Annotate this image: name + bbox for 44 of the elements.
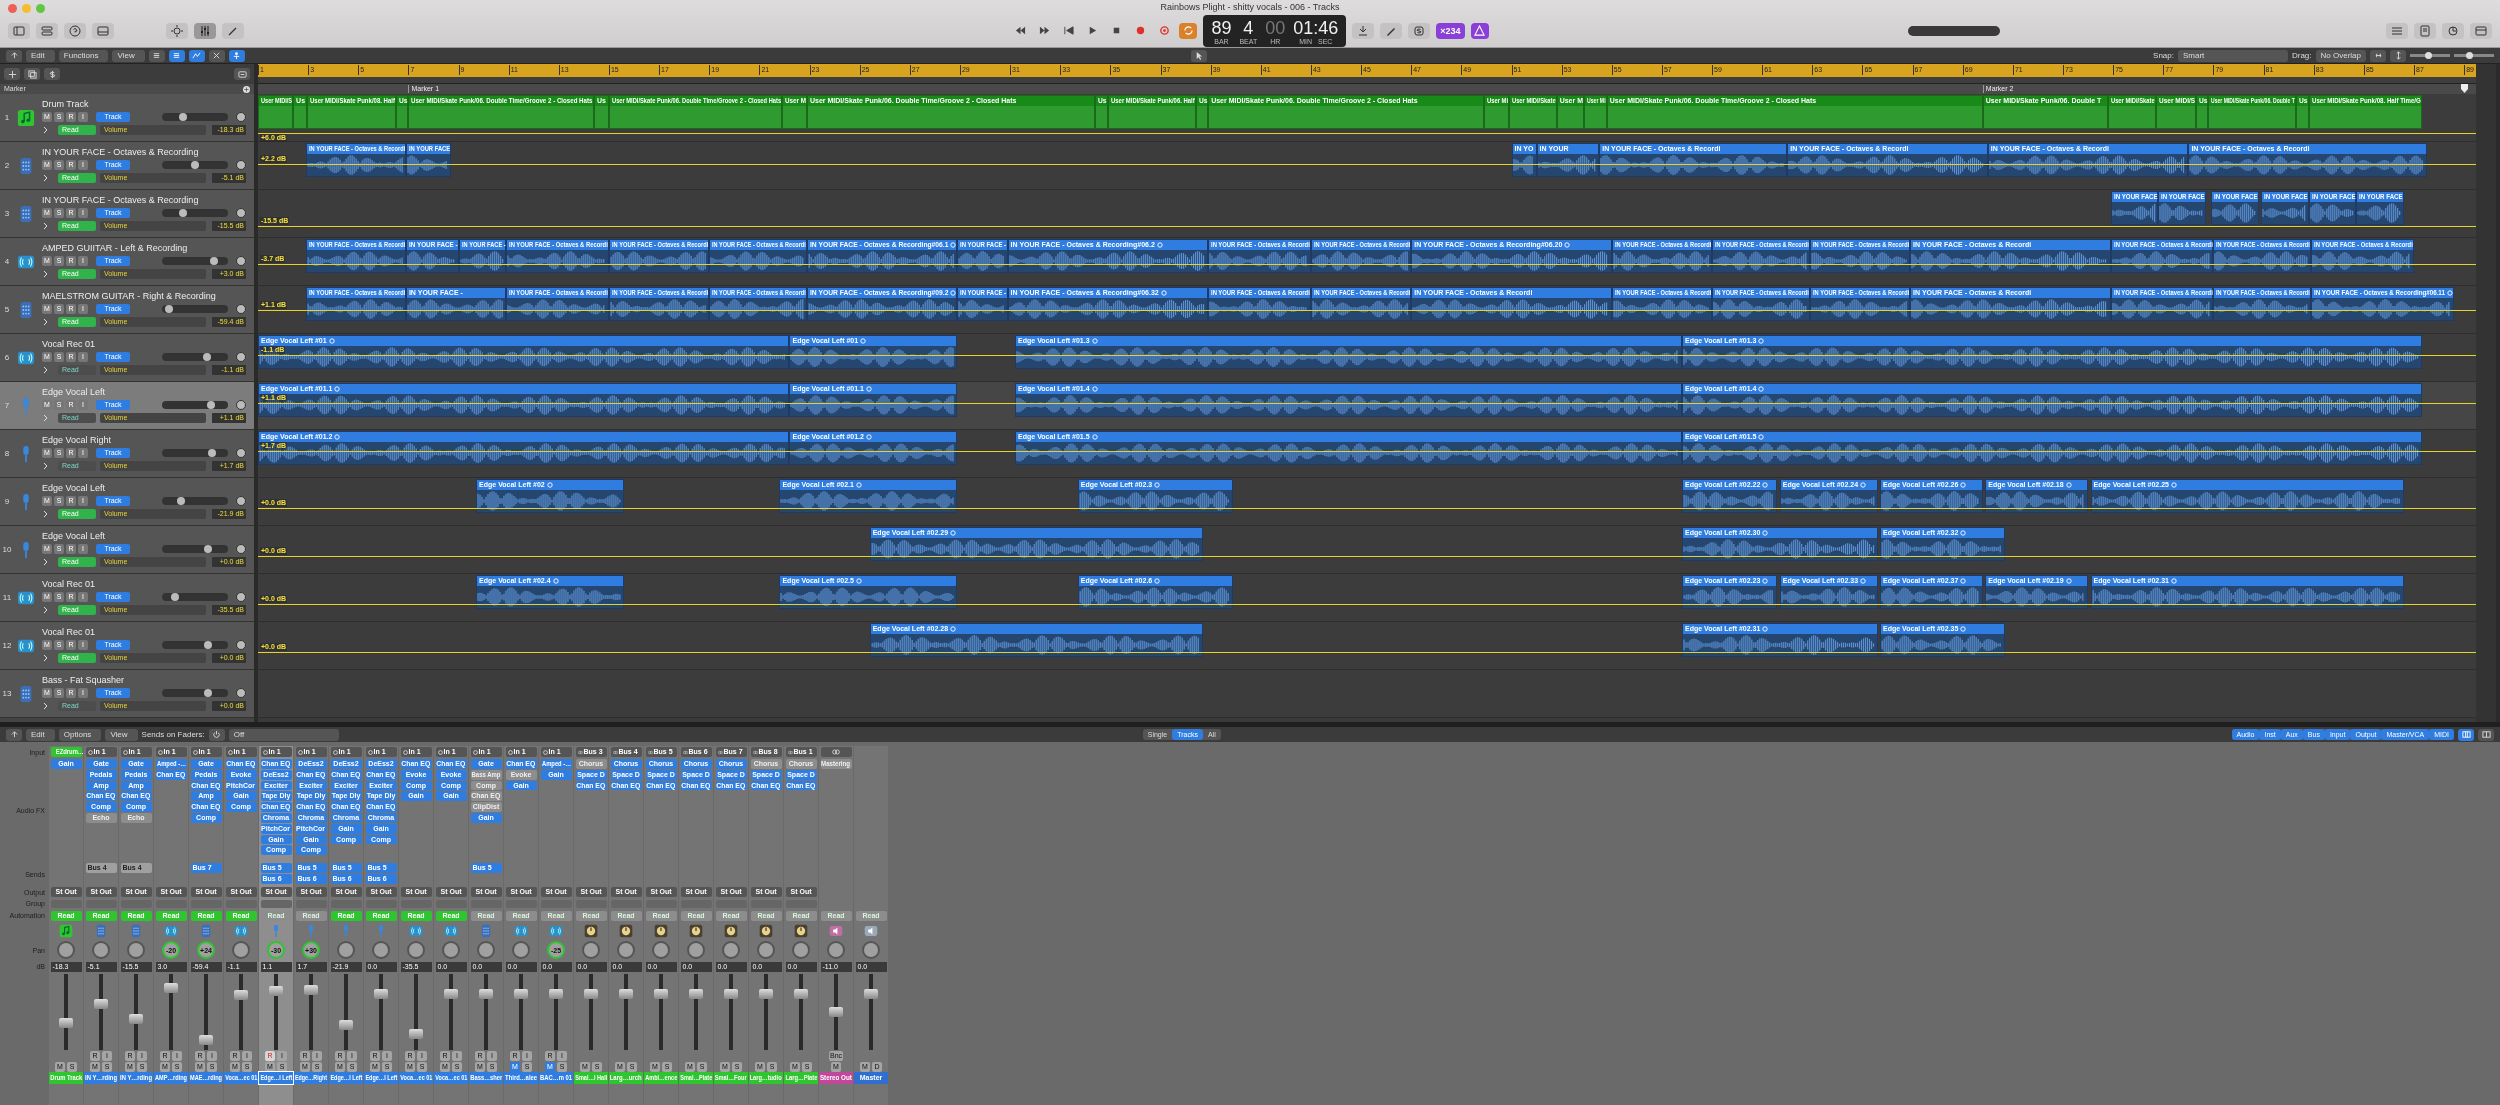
lcd-value: 89 bbox=[1211, 17, 1232, 38]
track-name: Bass - Fat Squasher bbox=[42, 675, 126, 685]
track-name: Vocal Rec 01 bbox=[42, 339, 97, 349]
drag-dropdown[interactable]: No Overlap bbox=[2315, 49, 2366, 62]
track-name: Edge Vocal Left bbox=[42, 531, 107, 541]
window-title: Rainbows Plight - shitty vocals - 006 - Tracks bbox=[1160, 2, 1340, 12]
track-name: Edge Vocal Right bbox=[42, 435, 113, 445]
lcd-value: 4 bbox=[1243, 17, 1254, 38]
track-number: 3 bbox=[3, 209, 11, 218]
track-name: MAELSTROM GUITAR - Right & Recording bbox=[42, 291, 217, 301]
drag-label: Drag: bbox=[2291, 51, 2312, 60]
track-name: Vocal Rec 01 bbox=[42, 627, 97, 637]
track-name: IN YOUR FACE - Octaves & Recording bbox=[42, 195, 200, 205]
track-number: 8 bbox=[3, 449, 11, 458]
track-name: Edge Vocal Left bbox=[42, 387, 107, 397]
menu-dropdown[interactable]: Functions bbox=[58, 49, 109, 62]
track-number: 12 bbox=[1, 641, 13, 650]
menu-dropdown[interactable]: Edit bbox=[26, 49, 55, 62]
track-number: 13 bbox=[1, 689, 13, 698]
track-number: 11 bbox=[1, 593, 13, 602]
track-number: 4 bbox=[3, 257, 11, 266]
sends-dropdown[interactable]: Off bbox=[228, 728, 339, 741]
lcd-value: 01:46 bbox=[1293, 17, 1339, 38]
count-badge[interactable]: ×234 bbox=[1436, 22, 1465, 39]
track-number: 2 bbox=[3, 161, 11, 170]
track-number: 1 bbox=[3, 113, 11, 122]
sends-on-faders-label: Sends on Faders: bbox=[141, 730, 205, 739]
track-number: 7 bbox=[3, 401, 11, 410]
track-number: 5 bbox=[3, 305, 11, 314]
track-name: Edge Vocal Left bbox=[42, 483, 107, 493]
track-name: IN YOUR FACE - Octaves & Recording bbox=[42, 147, 200, 157]
track-name: Drum Track bbox=[42, 99, 90, 109]
menu-dropdown[interactable]: Options bbox=[58, 728, 102, 741]
lcd-value: 00 bbox=[1265, 17, 1286, 38]
track-number: 10 bbox=[1, 545, 13, 554]
menu-dropdown[interactable]: View bbox=[112, 49, 145, 62]
track-name: Vocal Rec 01 bbox=[42, 579, 97, 589]
track-number: 9 bbox=[3, 497, 11, 506]
track-name: AMPED GUIITAR - Left & Recording bbox=[42, 243, 189, 253]
snap-dropdown[interactable]: Smart bbox=[2177, 49, 2288, 62]
menu-dropdown[interactable]: Edit bbox=[26, 728, 55, 741]
menu-dropdown[interactable]: View bbox=[105, 728, 138, 741]
snap-label: Snap: bbox=[2153, 51, 2174, 60]
track-number: 6 bbox=[3, 353, 11, 362]
